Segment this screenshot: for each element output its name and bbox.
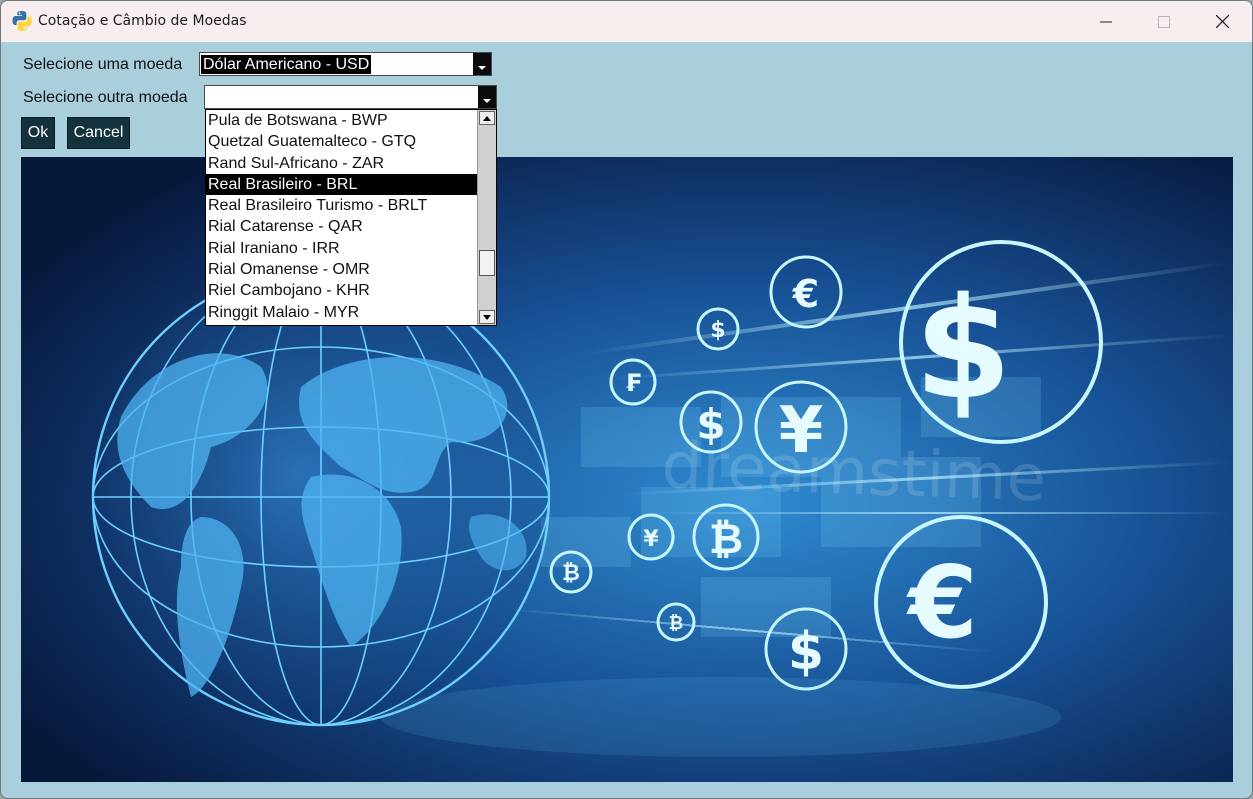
currency-globe-banner: dreamstime $ € ¥ € $ ₿ $ ₣ $ ¥ ₿ ₿ — [21, 157, 1233, 782]
second-currency-value — [206, 88, 210, 107]
chevron-down-icon — [483, 99, 491, 103]
euro-icon: € — [906, 544, 978, 661]
dropdown-option[interactable]: Riel Cambojano - KHR — [206, 280, 478, 301]
app-window: Cotação e Câmbio de Moedas Selecione uma… — [0, 0, 1253, 799]
dollar-icon: $ — [914, 268, 1011, 431]
fintech-illustration: dreamstime $ € ¥ € $ ₿ $ ₣ $ ¥ ₿ ₿ — [21, 157, 1233, 782]
franc-icon: ₣ — [625, 369, 642, 397]
yen-icon: ¥ — [779, 394, 824, 468]
bitcoin-tiny-icon: ₿ — [669, 613, 684, 634]
minimize-button[interactable] — [1077, 1, 1135, 42]
window-title: Cotação e Câmbio de Moedas — [38, 13, 247, 29]
first-currency-dropdown-button[interactable] — [473, 53, 491, 75]
close-button[interactable] — [1193, 1, 1251, 42]
title-bar: Cotação e Câmbio de Moedas — [1, 1, 1252, 42]
dropdown-option[interactable]: Real Brasileiro Turismo - BRLT — [206, 195, 478, 216]
dropdown-option[interactable]: Rand Sul-Africano - ZAR — [206, 153, 478, 174]
scroll-thumb[interactable] — [479, 250, 495, 276]
dollar-small-icon: $ — [788, 622, 824, 682]
minimize-icon — [1100, 21, 1112, 22]
first-currency-combobox[interactable]: Dólar Americano - USD — [199, 52, 492, 76]
dropdown-items: Pula de Botswana - BWP Quetzal Guatemalte… — [206, 110, 478, 323]
bitcoin-small-icon: ₿ — [562, 561, 580, 586]
scroll-down-button[interactable] — [479, 310, 495, 324]
first-currency-label: Selecione uma moeda — [23, 56, 183, 73]
second-currency-dropdown-button[interactable] — [478, 86, 496, 108]
close-icon — [1215, 15, 1229, 28]
dropdown-option[interactable]: Rial Catarense - QAR — [206, 216, 478, 237]
dropdown-option[interactable]: Rial Iraniano - IRR — [206, 238, 478, 259]
yen-small-icon: ¥ — [643, 527, 659, 552]
dollar-tiny-icon: $ — [710, 318, 725, 343]
maximize-button[interactable] — [1135, 1, 1193, 42]
scroll-up-button[interactable] — [479, 111, 495, 125]
globe-icon — [91, 267, 551, 727]
dropdown-option[interactable]: Rial Omanense - OMR — [206, 259, 478, 280]
euro-small-icon: € — [792, 272, 819, 316]
ok-button[interactable]: Ok — [21, 117, 55, 149]
dropdown-option[interactable]: Pula de Botswana - BWP — [206, 110, 478, 131]
bitcoin-icon: ₿ — [709, 514, 743, 563]
second-currency-combobox[interactable] — [204, 85, 497, 109]
dropdown-scrollbar[interactable] — [477, 110, 496, 325]
dropdown-option[interactable]: Ringgit Malaio - MYR — [206, 302, 478, 323]
currency-dropdown-list[interactable]: Pula de Botswana - BWP Quetzal Guatemalte… — [205, 109, 497, 326]
cancel-button[interactable]: Cancel — [67, 117, 130, 149]
maximize-icon — [1158, 15, 1170, 28]
arrow-up-icon — [483, 115, 491, 121]
chevron-down-icon — [478, 66, 486, 70]
python-app-icon — [12, 11, 32, 31]
dropdown-option[interactable]: Real Brasileiro - BRL — [206, 173, 478, 196]
dropdown-option[interactable]: Quetzal Guatemalteco - GTQ — [206, 131, 478, 152]
dollar-mini-icon: $ — [696, 400, 725, 449]
arrow-down-icon — [483, 314, 491, 320]
second-currency-label: Selecione outra moeda — [23, 89, 188, 106]
first-currency-value: Dólar Americano - USD — [201, 55, 372, 74]
